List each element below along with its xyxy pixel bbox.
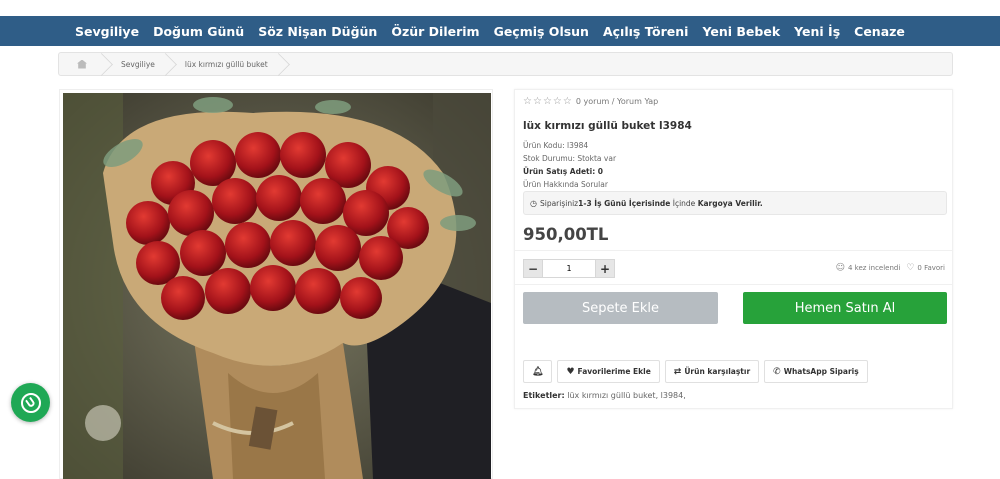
rating[interactable]: ☆ ☆ ☆ ☆ ☆ 0 yorum / Yorum Yap	[523, 96, 658, 107]
add-to-cart-button[interactable]: Sepete Ekle	[523, 292, 718, 324]
star-icon: ☆	[562, 96, 572, 107]
star-icon: ☆	[523, 96, 532, 107]
nav-item-dogum-gunu[interactable]: Doğum Günü	[153, 24, 244, 39]
product-image[interactable]	[59, 89, 493, 479]
rose-bouquet-image	[63, 93, 491, 479]
heart-outline-icon[interactable]: ♡	[906, 263, 914, 273]
nav-item-sevgiliye[interactable]: Sevgiliye	[75, 24, 139, 39]
nav-item-ozur-dilerim[interactable]: Özür Dilerim	[391, 24, 479, 39]
review-link[interactable]: 0 yorum / Yorum Yap	[576, 97, 658, 106]
quantity-input[interactable]	[543, 259, 595, 278]
tags-value[interactable]: lüx kırmızı güllü buket, l3984,	[567, 391, 686, 400]
heart-icon: ♥	[566, 366, 575, 377]
product-tags: Etiketler: lüx kırmızı güllü buket, l398…	[523, 391, 686, 400]
product-stats: ☺ 4 kez incelendi ♡ 0 Favori	[836, 263, 945, 273]
notify-button[interactable]: 🔔︎	[523, 360, 553, 383]
breadcrumb-label: lüx kırmızı güllü buket	[184, 59, 268, 69]
star-icon: ☆	[532, 96, 542, 107]
breadcrumb: Sevgiliye lüx kırmızı güllü buket	[58, 52, 953, 76]
breadcrumb-home[interactable]	[59, 53, 105, 75]
cargo-mid: İçinde	[670, 198, 698, 208]
sales-count: Ürün Satış Adeti: 0	[523, 167, 604, 176]
cargo-end: Kargoya Verilir.	[697, 198, 763, 208]
nav-item-soz-nisan-dugun[interactable]: Söz Nişan Düğün	[258, 24, 377, 39]
decrement-button[interactable]: −	[523, 259, 543, 278]
star-icon: ☆	[542, 96, 552, 107]
product-questions-link[interactable]: Ürün Hakkında Sorular	[523, 180, 608, 189]
product-actions: 🔔︎ ♥ Favorilerime Ekle ⇄ Ürün karşılaştı…	[523, 360, 873, 383]
buy-now-button[interactable]: Hemen Satın Al	[743, 292, 947, 324]
clock-icon: ◷	[530, 198, 537, 208]
tags-label: Etiketler:	[523, 391, 565, 400]
main-nav: Sevgiliye Doğum Günü Söz Nişan Düğün Özü…	[0, 16, 1000, 46]
whatsapp-icon: ✆	[773, 366, 781, 377]
home-icon	[77, 59, 87, 69]
whatsapp-icon	[20, 392, 41, 413]
nav-item-cenaze[interactable]: Cenaze	[854, 24, 905, 39]
product-info-panel: ☆ ☆ ☆ ☆ ☆ 0 yorum / Yorum Yap lüx kırmız…	[514, 89, 953, 409]
whatsapp-float-button[interactable]	[11, 383, 50, 422]
nav-item-yeni-is[interactable]: Yeni İş	[794, 24, 840, 39]
product-code: Ürün Kodu: l3984	[523, 141, 589, 150]
bell-icon: 🔔︎	[532, 366, 544, 377]
breadcrumb-item-category[interactable]: Sevgiliye	[105, 53, 169, 75]
cargo-pre: Siparişiniz	[539, 198, 579, 208]
whatsapp-order-button[interactable]: ✆ WhatsApp Sipariş	[764, 360, 868, 383]
quantity-stepper: − +	[523, 259, 615, 278]
compare-icon: ⇄	[673, 366, 682, 377]
product-price: 950,00TL	[523, 225, 609, 244]
top-strip	[0, 0, 1000, 16]
compare-button[interactable]: ⇄ Ürün karşılaştır	[664, 360, 760, 383]
add-favorite-button[interactable]: ♥ Favorilerime Ekle	[557, 360, 660, 383]
product-title: lüx kırmızı güllü buket l3984	[523, 120, 692, 132]
compare-label: Ürün karşılaştır	[684, 367, 751, 376]
cargo-info: ◷ Siparişiniz 1-3 İş Günü İçerisinde İçi…	[523, 191, 947, 215]
stock-status: Stok Durumu: Stokta var	[523, 154, 617, 163]
divider	[515, 250, 952, 251]
nav-item-gecmis-olsun[interactable]: Geçmiş Olsun	[494, 24, 589, 39]
divider	[515, 284, 952, 285]
view-count: 4 kez incelendi	[848, 264, 901, 272]
add-favorite-label: Favorilerime Ekle	[577, 367, 651, 376]
cargo-days: 1-3 İş Günü İçerisinde	[578, 198, 671, 208]
breadcrumb-item-product: lüx kırmızı güllü buket	[169, 53, 282, 75]
favorite-count: 0 Favori	[917, 264, 945, 272]
phone-icon	[25, 396, 36, 409]
star-icon: ☆	[552, 96, 562, 107]
smile-icon: ☺	[835, 263, 845, 273]
increment-button[interactable]: +	[595, 259, 615, 278]
whatsapp-order-label: WhatsApp Sipariş	[783, 367, 859, 376]
breadcrumb-label: Sevgiliye	[121, 59, 155, 69]
nav-item-acilis-toreni[interactable]: Açılış Töreni	[603, 24, 689, 39]
nav-item-yeni-bebek[interactable]: Yeni Bebek	[702, 24, 780, 39]
